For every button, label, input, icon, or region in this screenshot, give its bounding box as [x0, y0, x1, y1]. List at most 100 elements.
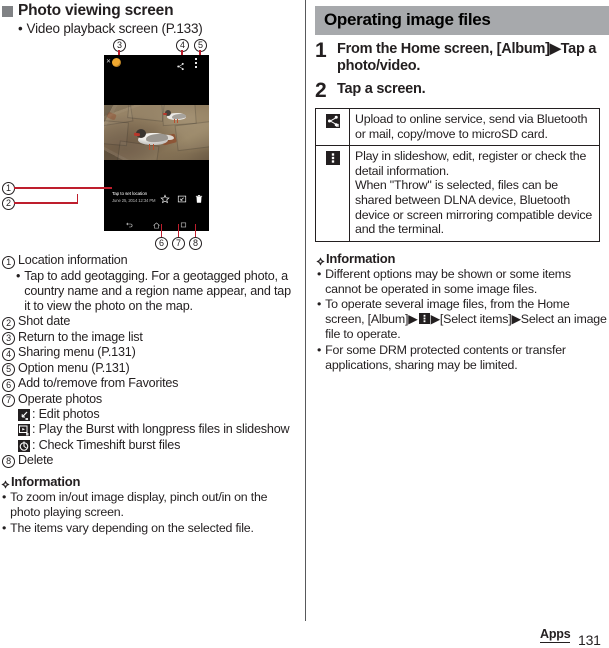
screenshot-info-bar: Tap to set location June 25, 2014 12:34 …	[104, 190, 209, 212]
right-information-list: • Different options may be shown or some…	[316, 267, 609, 373]
table-desc-cell: Upload to online service, send via Bluet…	[349, 107, 600, 147]
table-desc-cell: Play in slideshow, edit, register or che…	[349, 145, 600, 242]
legend-item-5: 5 Option menu (P.131)	[2, 361, 300, 377]
location-label[interactable]: Tap to set location	[112, 191, 147, 196]
bullet-dot-icon: •	[317, 266, 322, 281]
right-information-title: Information	[326, 250, 396, 266]
legend-text: Delete	[18, 452, 54, 467]
recents-nav-icon[interactable]	[179, 217, 188, 228]
screenshot-top-bar: ✕	[104, 55, 209, 71]
edit-photo-icon	[18, 409, 30, 422]
footer-chapter-label: Apps	[540, 627, 571, 643]
location-indicator-icon[interactable]	[112, 58, 121, 67]
callout-8: 8	[189, 237, 202, 250]
information-item: • The items vary depending on the select…	[1, 521, 300, 536]
share-icon	[326, 114, 340, 128]
bullet-dot-icon: •	[18, 20, 23, 36]
table-icon-cell	[315, 107, 350, 147]
left-information-title: Information	[11, 474, 81, 490]
shot-date-label: June 25, 2014 12:34 PM	[112, 198, 156, 203]
step-1: 1 From the Home screen, [Album]▶Tap a ph…	[315, 39, 609, 75]
callout-7: 7	[172, 237, 185, 250]
section-heading: Photo viewing screen	[2, 2, 300, 20]
photo-viewing-screen-figure: 3 4 5 ✕ Tap to set location June 25, 201…	[0, 39, 300, 251]
overflow-menu-icon	[326, 151, 340, 166]
legend-icon-row-edit: : Edit photos	[18, 407, 300, 422]
android-nav-bar	[104, 212, 209, 231]
callout-6: 6	[155, 237, 168, 250]
lead-line-8	[194, 224, 196, 237]
legend-text: Location information	[18, 253, 128, 267]
section-subbullet-text: Video playback screen (P.133)	[26, 20, 203, 36]
legend-icon-text: : Check Timeshift burst files	[32, 437, 181, 452]
legend-icon-text: : Edit photos	[32, 407, 100, 422]
overflow-menu-icon[interactable]	[195, 58, 198, 68]
bullet-dot-icon: •	[317, 297, 322, 312]
legend-number: 7	[2, 394, 15, 408]
information-text: The items vary depending on the selected…	[10, 520, 254, 535]
share-icon[interactable]	[176, 58, 185, 71]
information-item: • For some DRM protected contents or tra…	[316, 343, 609, 373]
legend-icon-row-slideshow: : Play the Burst with longpress files in…	[18, 422, 300, 437]
legend-number: 2	[2, 316, 15, 330]
step-number: 1	[315, 39, 327, 62]
legend-list: 1 Location information • Tap to add geot…	[2, 253, 300, 469]
delete-trash-icon[interactable]	[194, 191, 204, 203]
legend-number: 3	[2, 332, 15, 346]
step-2: 2 Tap a screen.	[315, 80, 609, 101]
timeshift-burst-icon	[18, 439, 30, 452]
information-item: • To operate several image files, from t…	[316, 297, 609, 341]
operating-image-files-band: Operating image files	[315, 6, 609, 35]
bullet-dot-icon: •	[2, 520, 7, 535]
step-text: From the Home screen, [Album]▶Tap a phot…	[337, 41, 597, 74]
legend-number: 4	[2, 347, 15, 361]
diamond-bullet-icon	[316, 254, 325, 266]
legend-text: Return to the image list	[18, 329, 143, 344]
lead-line-2	[14, 202, 78, 204]
bullet-dot-icon: •	[317, 342, 322, 357]
lead-line-6	[160, 224, 162, 237]
legend-text: Sharing menu (P.131)	[18, 345, 136, 360]
section-title: Photo viewing screen	[18, 2, 174, 19]
phone-screenshot: ✕ Tap to set location June 25, 2014 12:3…	[104, 55, 209, 231]
photo-tile	[174, 120, 209, 152]
legend-item-8: 8 Delete	[2, 453, 300, 469]
legend-item-3: 3 Return to the image list	[2, 330, 300, 346]
step-text: Tap a screen.	[337, 81, 426, 97]
legend-icon-text: : Play the Burst with longpress files in…	[32, 422, 290, 437]
section-marker-square	[2, 6, 13, 17]
menu-options-table: Upload to online service, send via Bluet…	[315, 107, 600, 242]
bullet-dot-icon: •	[16, 268, 21, 283]
lead-line-2b	[77, 194, 79, 203]
favorite-star-icon[interactable]	[160, 191, 170, 204]
legend-item-6: 6 Add to/remove from Favorites	[2, 376, 300, 392]
left-column: Photo viewing screen • Video playback sc…	[0, 0, 300, 648]
table-row: Play in slideshow, edit, register or che…	[315, 145, 600, 242]
legend-item-2: 2 Shot date	[2, 314, 300, 330]
left-information-heading: Information	[1, 474, 300, 489]
legend-number: 6	[2, 378, 15, 392]
legend-item-7: 7 Operate photos	[2, 392, 300, 408]
legend-text: Operate photos	[18, 391, 103, 406]
bullet-dot-icon: •	[2, 490, 7, 505]
lead-line-7	[177, 224, 179, 237]
table-icon-cell	[315, 145, 350, 242]
information-item: • To zoom in/out image display, pinch ou…	[1, 490, 300, 520]
manual-page: Photo viewing screen • Video playback sc…	[0, 0, 609, 648]
background-gull	[163, 109, 190, 124]
close-icon[interactable]: ✕	[106, 59, 111, 65]
back-nav-icon[interactable]	[125, 217, 134, 228]
left-information-list: • To zoom in/out image display, pinch ou…	[1, 490, 300, 535]
table-row: Upload to online service, send via Bluet…	[315, 107, 600, 147]
legend-text: Add to/remove from Favorites	[18, 376, 179, 391]
legend-item-1: 1 Location information	[2, 253, 300, 269]
legend-item-4: 4 Sharing menu (P.131)	[2, 345, 300, 361]
information-text: To zoom in/out image display, pinch out/…	[10, 490, 268, 520]
legend-number: 5	[2, 363, 15, 377]
foreground-gull	[133, 126, 175, 150]
operate-photos-icon[interactable]	[177, 191, 187, 203]
photo-content	[104, 105, 209, 160]
legend-item-1-sub: • Tap to add geotagging. For a geotagged…	[16, 269, 300, 315]
legend-icon-row-timeshift: : Check Timeshift burst files	[18, 438, 300, 453]
slideshow-play-icon	[18, 424, 30, 437]
